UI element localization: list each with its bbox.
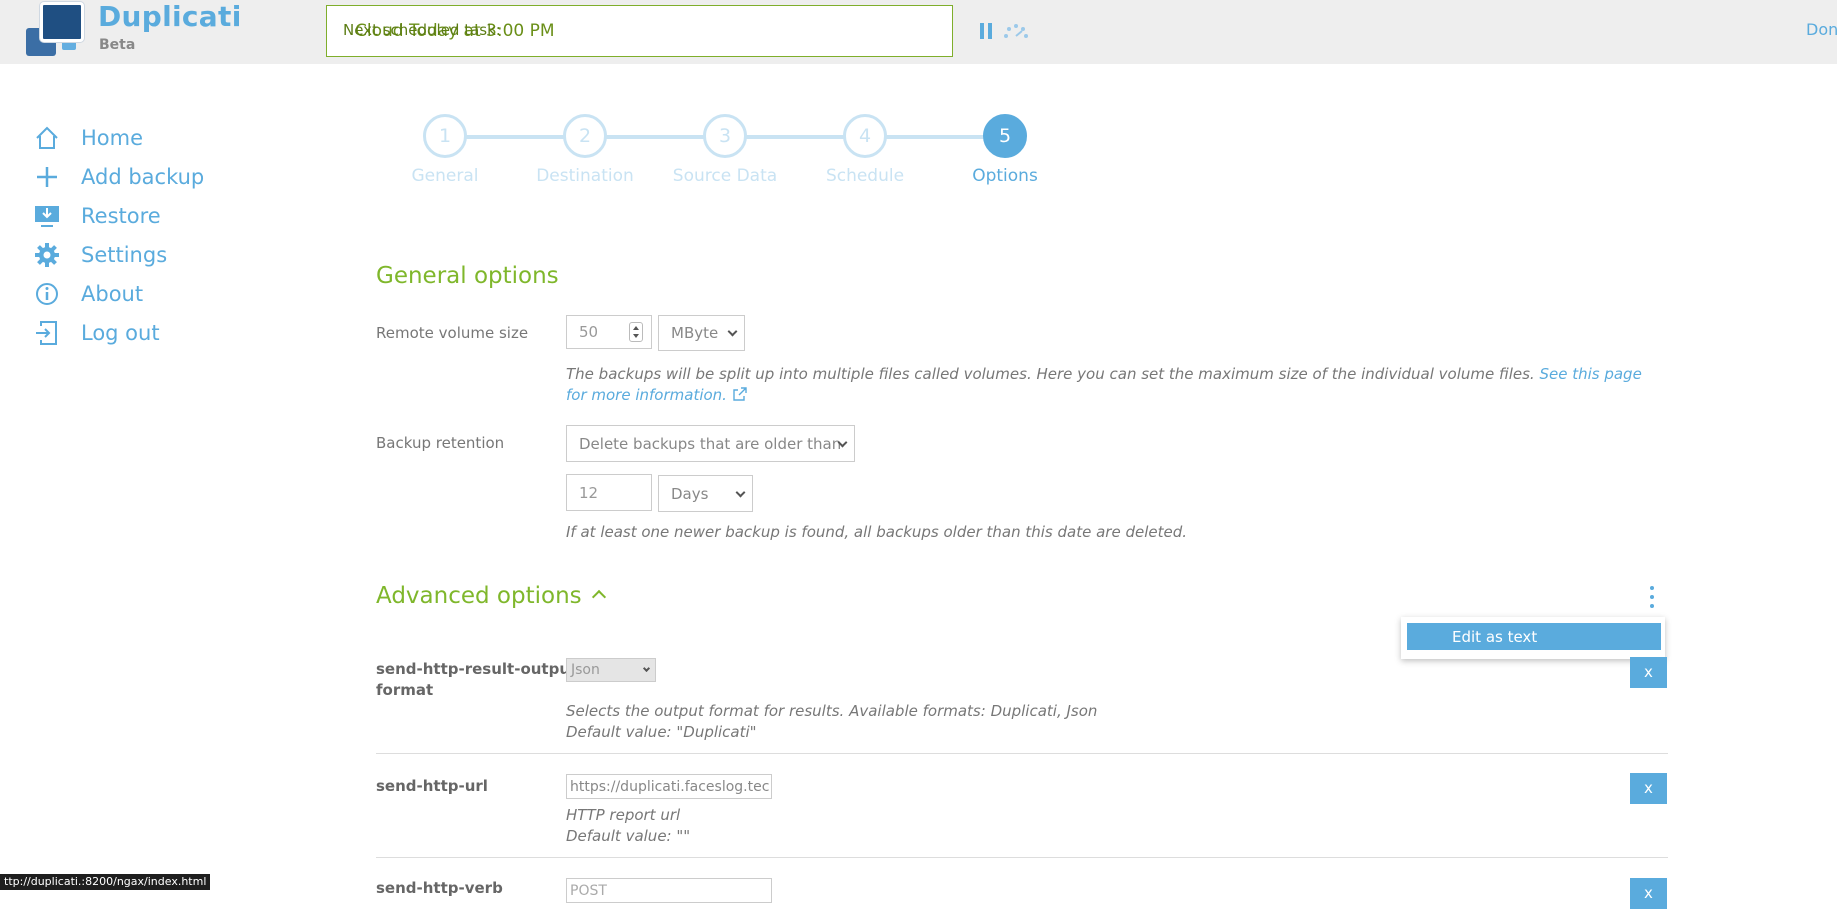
output-format-value: Json	[571, 662, 600, 678]
sidebar-item-label: Log out	[81, 320, 160, 345]
option-name: send-http-url	[376, 777, 488, 795]
step-label: General	[411, 166, 479, 186]
kebab-menu-icon[interactable]	[1648, 586, 1656, 608]
step-label: Schedule	[825, 166, 905, 186]
remove-option-button[interactable]: x	[1630, 878, 1667, 909]
retention-unit-select[interactable]: Days	[658, 475, 753, 512]
chevron-down-icon	[727, 326, 738, 337]
option-name: send-http-result-output- format	[376, 660, 584, 699]
step-label: Source Data	[672, 166, 778, 186]
sidebar-item-label: Home	[81, 125, 144, 150]
option-help: HTTP report url Default value: ""	[566, 806, 691, 845]
plus-icon	[37, 166, 57, 187]
status-bar-url: ttp://duplicati.:8200/ngax/index.html	[0, 874, 211, 890]
chevron-down-icon	[735, 487, 746, 497]
pause-icon[interactable]	[980, 23, 994, 39]
sidebar-item-settings[interactable]: Settings	[33, 235, 204, 274]
sidebar-item-about[interactable]: About	[33, 274, 204, 313]
sidebar-nav: Home Add backup Restore Settings About L…	[33, 118, 204, 352]
option-name: send-http-verb	[376, 879, 503, 897]
remove-option-button[interactable]: x	[1630, 657, 1667, 688]
step-source-data[interactable]: 3 Source Data	[655, 114, 795, 186]
sidebar-item-label: Add backup	[81, 164, 205, 189]
top-header: Duplicati Beta Next scheduled task: Clou…	[0, 0, 1837, 64]
sidebar-item-log-out[interactable]: Log out	[33, 313, 204, 352]
retention-mode-value: Delete backups that are older than	[579, 434, 842, 453]
next-scheduled-task: Next scheduled task: Cloud Today at 3:00…	[326, 5, 953, 57]
sidebar-item-label: Settings	[81, 242, 168, 267]
http-verb-value: POST	[570, 882, 607, 899]
volume-size-help: The backups will be split up into multip…	[566, 365, 1642, 404]
step-number: 5	[983, 114, 1027, 158]
general-options-heading: General options	[376, 263, 559, 289]
http-verb-input[interactable]: POST	[566, 878, 772, 903]
option-divider	[376, 857, 1668, 858]
retention-help: If at least one newer backup is found, a…	[566, 523, 1188, 541]
http-url-input[interactable]: https://duplicati.faceslog.tec	[566, 774, 772, 799]
chevron-down-icon	[642, 664, 651, 673]
volume-size-value: 50	[579, 323, 599, 341]
advanced-options-menu: Edit as text	[1401, 617, 1665, 659]
option-help: Selects the output format for results. A…	[566, 702, 1098, 741]
logout-icon	[36, 320, 57, 345]
retention-unit-value: Days	[671, 484, 709, 503]
advanced-options-heading: Advanced options	[376, 583, 582, 609]
option-divider	[376, 753, 1668, 754]
duplicati-logo[interactable]	[26, 2, 90, 58]
retention-mode-select[interactable]: Delete backups that are older than	[566, 425, 855, 462]
chevron-up-icon	[591, 589, 606, 605]
external-link-icon[interactable]	[733, 387, 747, 401]
sidebar-item-label: Restore	[81, 203, 161, 228]
info-icon	[36, 282, 58, 305]
step-schedule[interactable]: 4 Schedule	[795, 114, 935, 186]
remote-volume-size-label: Remote volume size	[376, 324, 529, 342]
sidebar-item-restore[interactable]: Restore	[33, 196, 204, 235]
restore-icon	[35, 205, 59, 227]
step-number: 1	[423, 114, 467, 158]
sidebar-item-home[interactable]: Home	[33, 118, 204, 157]
app-name[interactable]: Duplicati	[98, 0, 242, 33]
volume-size-stepper[interactable]	[629, 322, 643, 342]
schedule-label: Next scheduled task:	[343, 21, 501, 39]
retention-value-input[interactable]: 12	[566, 474, 652, 511]
output-format-select[interactable]: Json	[566, 658, 656, 682]
volume-unit-select[interactable]: MByte	[658, 315, 745, 351]
step-number: 3	[703, 114, 747, 158]
sidebar-item-add-backup[interactable]: Add backup	[33, 157, 204, 196]
app-channel: Beta	[99, 37, 136, 53]
donate-link[interactable]: Dona	[1806, 20, 1837, 39]
throttle-icon[interactable]	[1002, 22, 1030, 40]
retention-value: 12	[579, 483, 599, 502]
wizard-stepper: 1 General 2 Destination 3 Source Data 4 …	[375, 114, 1038, 194]
backup-retention-label: Backup retention	[376, 434, 505, 452]
remove-option-button[interactable]: x	[1630, 773, 1667, 804]
step-number: 2	[563, 114, 607, 158]
step-destination[interactable]: 2 Destination	[515, 114, 655, 186]
step-number: 4	[843, 114, 887, 158]
step-options[interactable]: 5 Options	[935, 114, 1075, 186]
step-label: Options	[972, 166, 1038, 186]
edit-as-text-menu-item[interactable]: Edit as text	[1407, 623, 1661, 650]
advanced-options-toggle[interactable]: Advanced options	[376, 583, 606, 609]
volume-unit-value: MByte	[671, 324, 719, 342]
http-url-value: https://duplicati.faceslog.tec	[570, 778, 770, 795]
step-label: Destination	[536, 166, 634, 186]
home-icon	[36, 126, 58, 149]
gear-icon	[35, 242, 59, 267]
sidebar-item-label: About	[81, 281, 144, 306]
step-general[interactable]: 1 General	[375, 114, 515, 186]
volume-size-input[interactable]: 50	[566, 315, 652, 349]
